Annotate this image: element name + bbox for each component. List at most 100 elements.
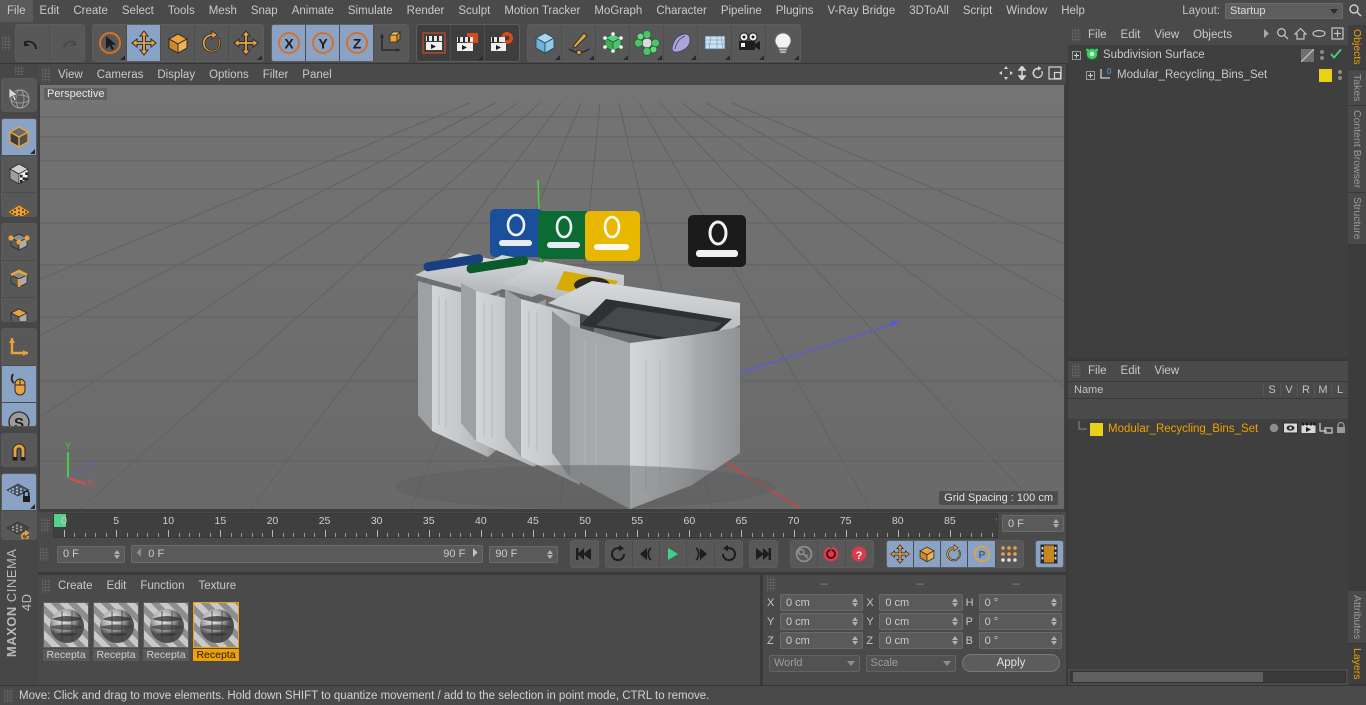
menu-motion-tracker[interactable]: Motion Tracker [497, 0, 587, 22]
right-tab-content-browser[interactable]: Content Browser [1348, 106, 1366, 194]
add-light-button[interactable] [766, 24, 800, 61]
range-end-field[interactable]: 90 F [489, 545, 558, 563]
viewport-menu-display[interactable]: Display [150, 64, 202, 86]
enable-axis-modification[interactable] [2, 366, 36, 404]
layer-color-swatch[interactable] [1090, 422, 1103, 436]
live-selection-tool[interactable] [2, 79, 36, 112]
menu-simulate[interactable]: Simulate [341, 0, 400, 22]
coord-position-spinner[interactable] [852, 617, 860, 626]
rotation-key-button[interactable] [941, 541, 969, 567]
polygons-mode-button[interactable] [2, 298, 36, 322]
lock-toggle-icon[interactable] [1336, 421, 1346, 437]
viewport-menu-options[interactable]: Options [202, 64, 256, 86]
lock-z-axis[interactable]: Z [340, 24, 374, 61]
fullscreen-icon[interactable] [1331, 27, 1344, 43]
material-preview-sphere[interactable] [143, 602, 189, 648]
material-preview-sphere[interactable] [93, 602, 139, 648]
maximize-icon[interactable] [1048, 66, 1062, 83]
viewport-menu-panel[interactable]: Panel [295, 64, 338, 86]
layer-horizontal-scrollbar[interactable] [1070, 671, 1346, 683]
object-row[interactable]: Subdivision Surface [1068, 45, 1348, 65]
viewport-solo-button[interactable]: S [2, 403, 36, 426]
undo-button[interactable] [16, 24, 50, 61]
home-icon[interactable] [1293, 27, 1308, 43]
current-frame-spinner[interactable] [114, 549, 122, 559]
material-menu-texture[interactable]: Texture [191, 575, 243, 597]
object-axis-tool[interactable] [2, 329, 36, 367]
menu-help[interactable]: Help [1054, 0, 1092, 22]
material-menu-function[interactable]: Function [133, 575, 191, 597]
object-manager-tree[interactable]: Subdivision Surface 0 Modular_Recycling_Bi… [1068, 45, 1348, 358]
subdivision-surface-icon[interactable] [1085, 47, 1099, 64]
material-item[interactable]: Recepta [92, 602, 140, 661]
layer-column-m[interactable]: M [1314, 384, 1331, 396]
current-frame-field[interactable]: 0 F [1002, 515, 1064, 532]
manager-toggle-icon[interactable] [1319, 422, 1333, 437]
coord-rotation-field[interactable]: 0 ° [978, 613, 1062, 630]
enable-snapping-button[interactable] [2, 433, 36, 467]
coord-rotation-spinner[interactable] [1050, 617, 1059, 626]
layer-manager-body[interactable]: Modular_Recycling_Bins_Set [1068, 419, 1348, 669]
layer-column-l[interactable]: L [1331, 384, 1348, 396]
rotate-icon[interactable] [1031, 66, 1045, 83]
point-level-animation-button[interactable] [995, 541, 1023, 567]
layer-column-v[interactable]: V [1280, 384, 1297, 396]
menu-pipeline[interactable]: Pipeline [714, 0, 769, 22]
timeline-controls-gripper[interactable] [40, 547, 49, 561]
autokeying-button[interactable] [791, 541, 819, 567]
viewport-menu-filter[interactable]: Filter [256, 64, 296, 86]
record-active-objects-button[interactable] [818, 541, 846, 567]
range-end-spinner[interactable] [546, 549, 555, 559]
transform-tool[interactable] [229, 24, 263, 61]
coord-position-spinner[interactable] [852, 598, 860, 607]
render-toggle-icon[interactable] [1301, 422, 1316, 437]
material-preview-sphere[interactable] [193, 602, 239, 648]
menu-sculpt[interactable]: Sculpt [451, 0, 497, 22]
coord-rotation-field[interactable]: 0 ° [978, 632, 1062, 649]
layer-column-name[interactable]: Name [1068, 384, 1263, 396]
autokeying-toggle-button[interactable]: ? [845, 541, 873, 567]
status-bar-gripper[interactable] [4, 688, 13, 703]
coord-size-spinner[interactable] [951, 617, 960, 626]
play-backwards-button[interactable] [605, 541, 634, 567]
planar-workplane-button[interactable] [2, 511, 36, 539]
material-menu-edit[interactable]: Edit [100, 575, 134, 597]
range-left-arrow-icon[interactable] [135, 548, 144, 560]
expand-toggle-icon[interactable] [1072, 50, 1081, 60]
parameter-key-button[interactable]: P [968, 541, 996, 567]
select-tool[interactable] [93, 24, 127, 61]
menu-overflow-icon[interactable] [1262, 29, 1271, 41]
scale-tool[interactable] [161, 24, 195, 61]
add-generator-button[interactable] [596, 24, 630, 61]
menu-v-ray-bridge[interactable]: V-Ray Bridge [820, 0, 902, 22]
go-to-end-button[interactable] [749, 541, 778, 567]
object-menu-edit[interactable]: Edit [1114, 24, 1148, 46]
layer-column-r[interactable]: R [1297, 384, 1314, 396]
scale-key-button[interactable] [913, 541, 942, 567]
object-manager-gripper[interactable] [1072, 28, 1081, 42]
points-mode-button[interactable] [2, 224, 36, 262]
right-tab-attributes[interactable]: Attributes [1348, 591, 1366, 645]
coord-rotation-spinner[interactable] [1050, 636, 1059, 645]
coord-position-field[interactable]: 0 cm [780, 594, 864, 611]
expand-toggle-icon[interactable] [1086, 70, 1095, 80]
pan-icon[interactable] [999, 66, 1013, 83]
workplane-mode-button[interactable] [2, 193, 36, 217]
play-forward-button[interactable] [660, 541, 688, 567]
go-to-start-button[interactable] [570, 541, 598, 567]
range-right-arrow-icon[interactable] [470, 548, 479, 560]
material-menu-create[interactable]: Create [51, 575, 100, 597]
coord-rotation-spinner[interactable] [1050, 598, 1059, 607]
viewport-menu-view[interactable]: View [51, 64, 90, 86]
ellipse-icon[interactable] [1312, 28, 1326, 42]
coord-size-field[interactable]: 0 cm [879, 594, 963, 611]
menu-character[interactable]: Character [649, 0, 714, 22]
table-row[interactable]: Modular_Recycling_Bins_Set [1068, 419, 1348, 439]
menu-edit[interactable]: Edit [33, 0, 67, 22]
menu-window[interactable]: Window [999, 0, 1054, 22]
coordinate-mode-select[interactable]: Scale [865, 654, 956, 672]
layer-menu-view[interactable]: View [1147, 360, 1186, 382]
timeline-ruler[interactable]: 0 5 10 15 20 25 30 35 40 45 50 55 60 65 70 75 80 85 90 [53, 513, 998, 538]
timeline-toggle-button[interactable] [1035, 541, 1064, 567]
menu-render[interactable]: Render [400, 0, 452, 22]
